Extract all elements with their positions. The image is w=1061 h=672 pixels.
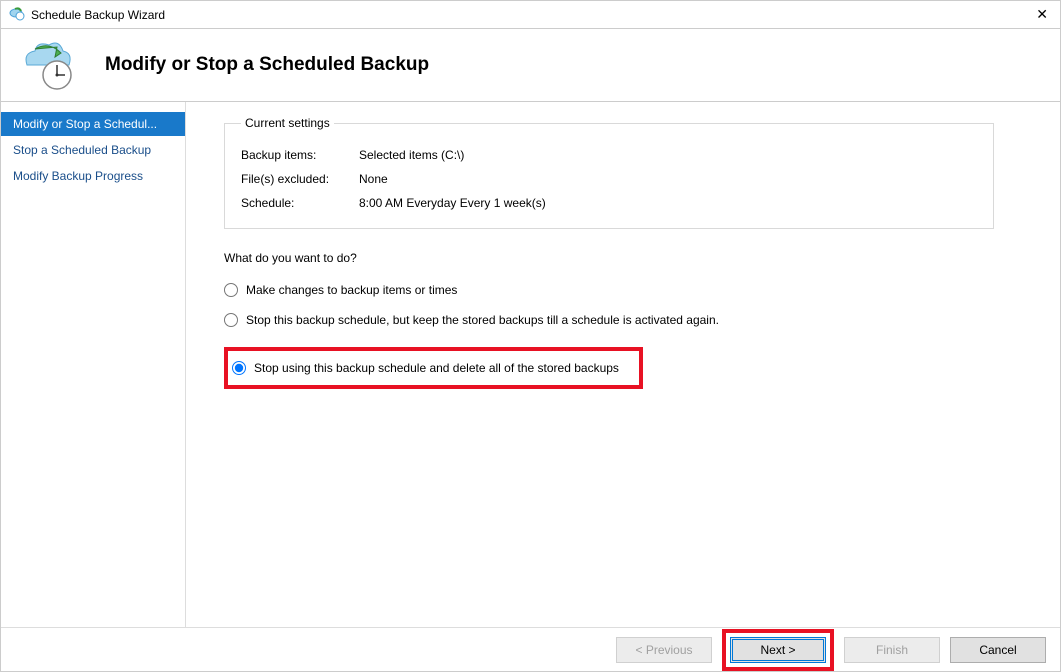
wizard-footer: < Previous Next > Finish Cancel: [1, 627, 1060, 671]
settings-label: File(s) excluded:: [241, 172, 359, 186]
sidebar-item-stop-scheduled[interactable]: Stop a Scheduled Backup: [1, 138, 185, 162]
current-settings-legend: Current settings: [241, 116, 334, 130]
app-icon: [9, 5, 25, 24]
window-title: Schedule Backup Wizard: [31, 8, 165, 22]
annotation-highlight-next: Next >: [722, 629, 834, 671]
wizard-steps-sidebar: Modify or Stop a Schedul... Stop a Sched…: [1, 102, 185, 627]
radio-option-stop-delete[interactable]: Stop using this backup schedule and dele…: [232, 361, 619, 375]
close-icon[interactable]: ✕: [1032, 6, 1052, 23]
settings-row-schedule: Schedule: 8:00 AM Everyday Every 1 week(…: [241, 196, 977, 210]
annotation-highlight-radio: Stop using this backup schedule and dele…: [224, 347, 643, 389]
backup-wizard-icon: [19, 37, 75, 93]
radio-label: Stop using this backup schedule and dele…: [254, 361, 619, 375]
radio-input-make-changes[interactable]: [224, 283, 238, 297]
current-settings-box: Current settings Backup items: Selected …: [224, 116, 994, 229]
wizard-body: Modify or Stop a Schedul... Stop a Sched…: [1, 102, 1060, 627]
settings-value: Selected items (C:\): [359, 148, 464, 162]
previous-button: < Previous: [616, 637, 712, 663]
sidebar-item-modify-progress[interactable]: Modify Backup Progress: [1, 164, 185, 188]
settings-row-backup-items: Backup items: Selected items (C:\): [241, 148, 977, 162]
titlebar: Schedule Backup Wizard ✕: [1, 1, 1060, 29]
finish-button: Finish: [844, 637, 940, 663]
next-button[interactable]: Next >: [730, 637, 826, 663]
question-label: What do you want to do?: [224, 251, 1040, 265]
radio-option-make-changes[interactable]: Make changes to backup items or times: [224, 283, 1040, 297]
radio-label: Stop this backup schedule, but keep the …: [246, 313, 719, 327]
settings-label: Backup items:: [241, 148, 359, 162]
sidebar-item-modify-or-stop[interactable]: Modify or Stop a Schedul...: [1, 112, 185, 136]
page-title: Modify or Stop a Scheduled Backup: [105, 54, 429, 76]
settings-value: None: [359, 172, 388, 186]
radio-option-stop-keep[interactable]: Stop this backup schedule, but keep the …: [224, 313, 1040, 327]
wizard-content: Current settings Backup items: Selected …: [185, 102, 1060, 627]
radio-input-stop-keep[interactable]: [224, 313, 238, 327]
cancel-button[interactable]: Cancel: [950, 637, 1046, 663]
settings-label: Schedule:: [241, 196, 359, 210]
settings-row-files-excluded: File(s) excluded: None: [241, 172, 977, 186]
radio-label: Make changes to backup items or times: [246, 283, 457, 297]
settings-value: 8:00 AM Everyday Every 1 week(s): [359, 196, 546, 210]
radio-input-stop-delete[interactable]: [232, 361, 246, 375]
wizard-header: Modify or Stop a Scheduled Backup: [1, 29, 1060, 102]
